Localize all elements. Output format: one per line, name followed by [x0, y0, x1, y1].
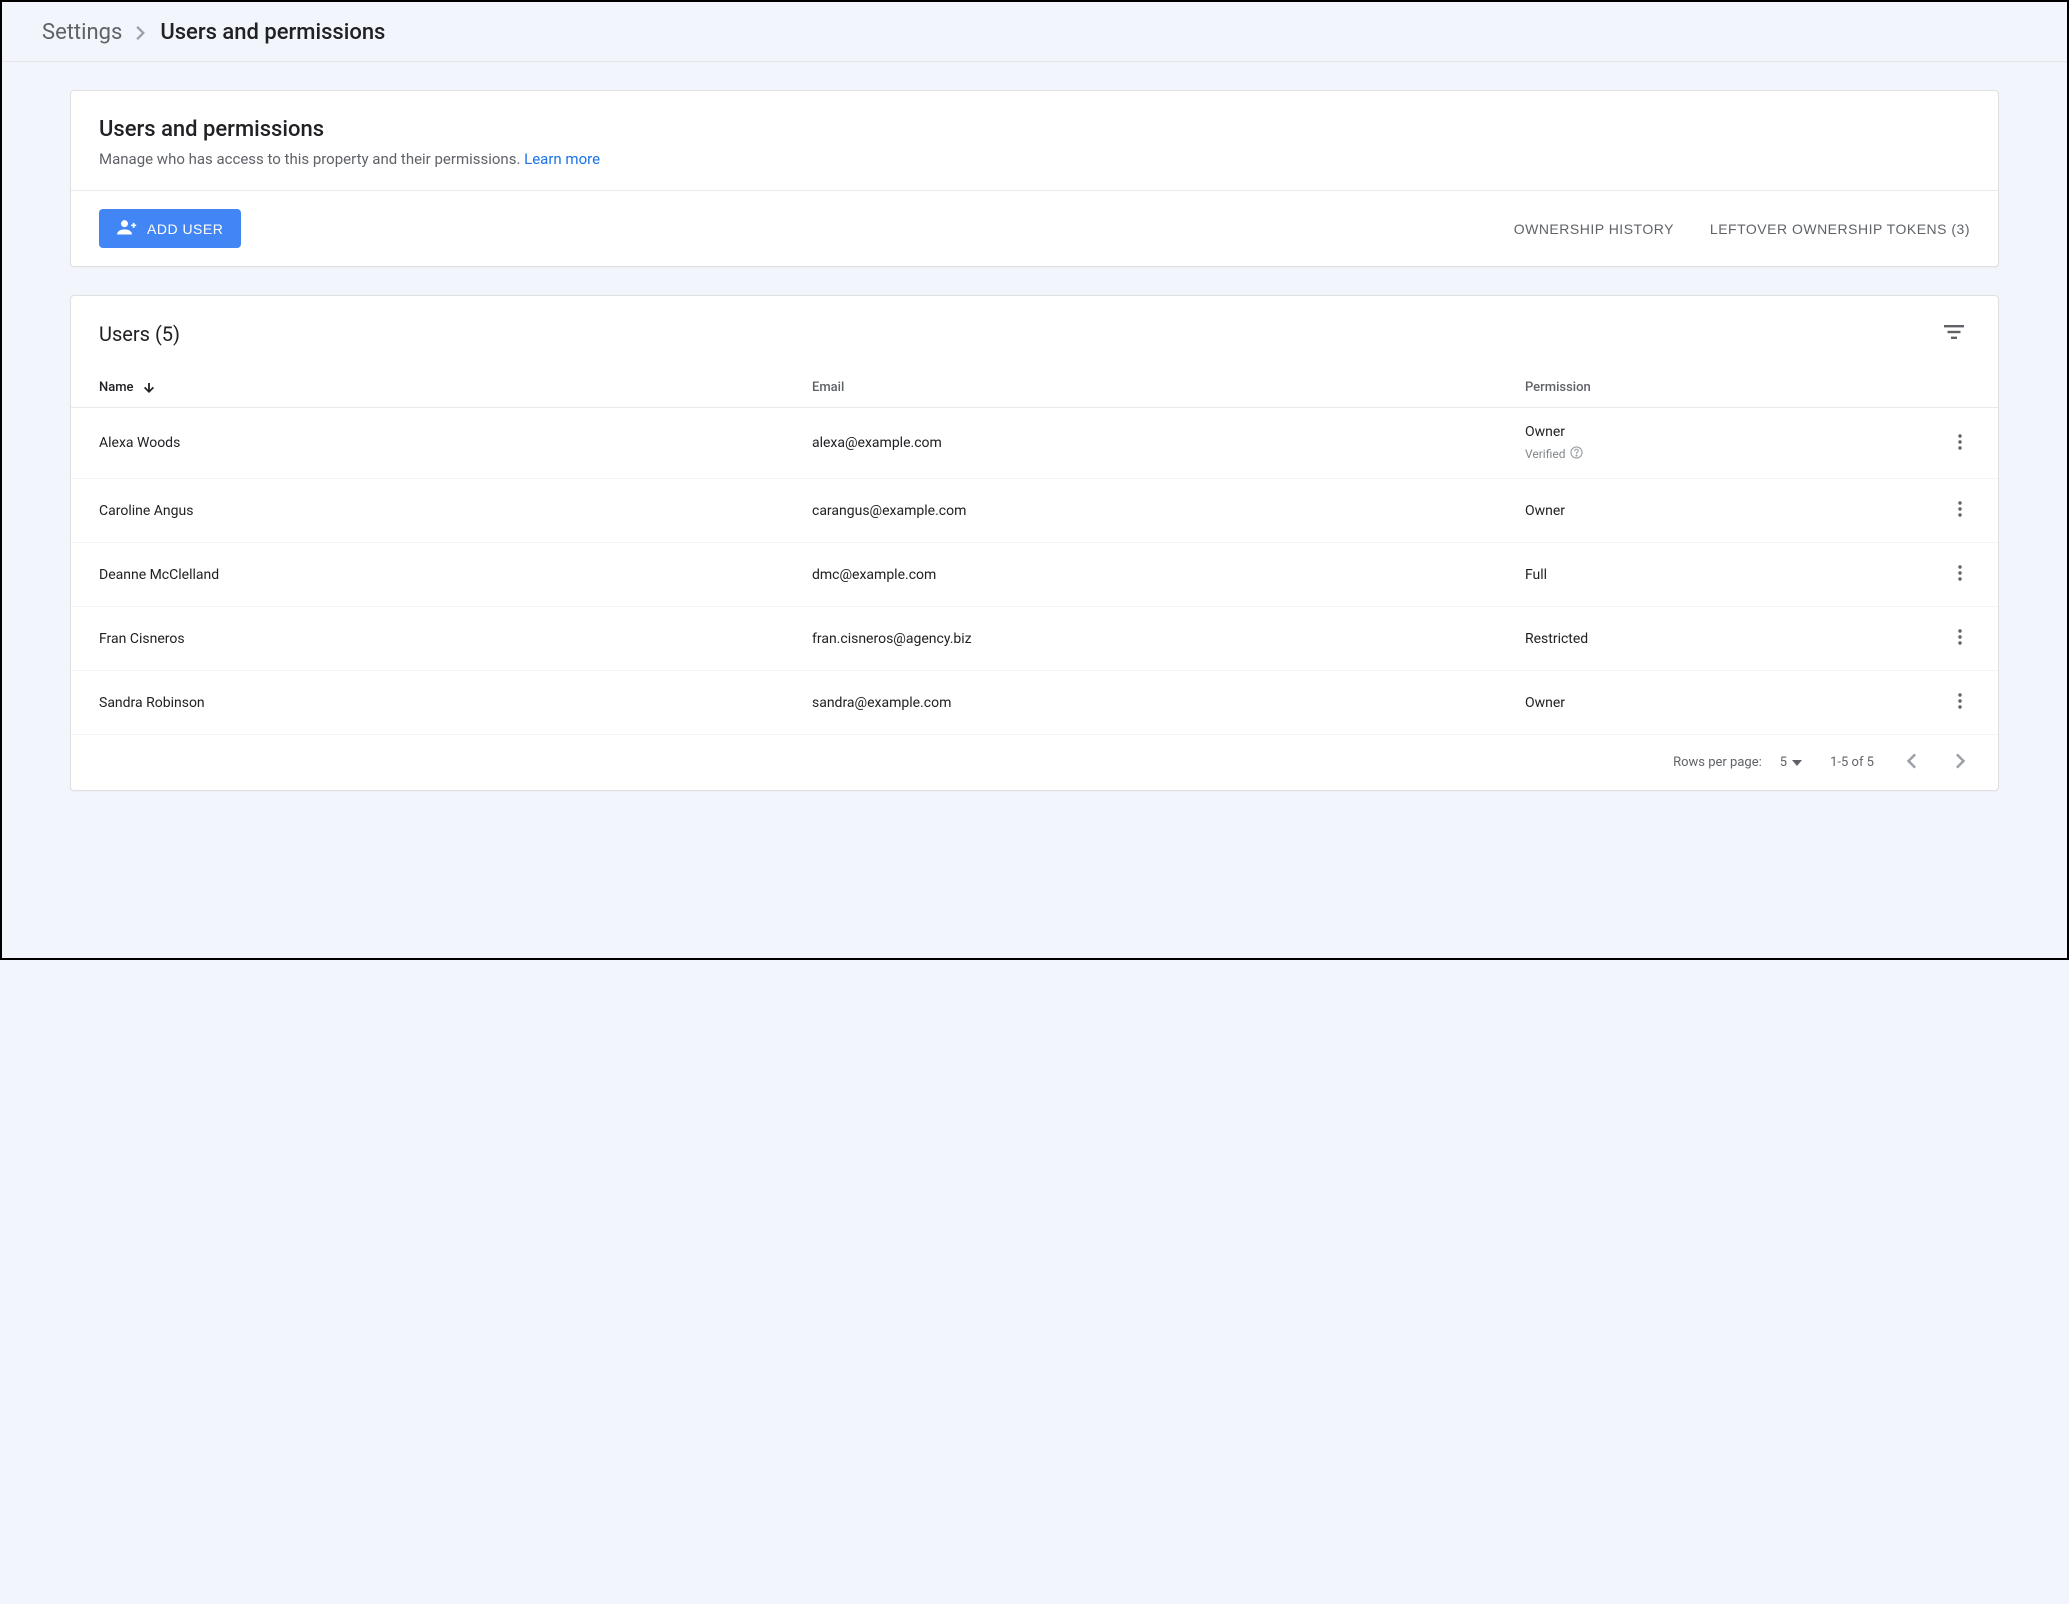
more-vert-icon [1958, 438, 1962, 453]
cell-permission: Owner [1497, 671, 1844, 735]
cell-name: Fran Cisneros [71, 607, 784, 671]
learn-more-link[interactable]: Learn more [524, 150, 600, 168]
more-vert-icon [1958, 569, 1962, 584]
page-subtitle: Manage who has access to this property a… [99, 150, 1970, 168]
cell-permission: Restricted [1497, 607, 1844, 671]
add-user-button[interactable]: ADD USER [99, 209, 241, 248]
cell-permission: OwnerVerified [1497, 408, 1844, 479]
more-vert-icon [1958, 633, 1962, 648]
cell-email: alexa@example.com [784, 408, 1497, 479]
row-menu-button[interactable] [1950, 623, 1970, 654]
cell-email: sandra@example.com [784, 671, 1497, 735]
table-row: Sandra Robinsonsandra@example.comOwner [71, 671, 1998, 735]
chevron-right-icon [1956, 757, 1966, 772]
breadcrumb-parent[interactable]: Settings [42, 20, 122, 45]
arrow-down-icon [143, 382, 155, 394]
ownership-history-button[interactable]: OWNERSHIP HISTORY [1514, 221, 1674, 237]
cell-email: fran.cisneros@agency.biz [784, 607, 1497, 671]
table-row: Caroline Anguscarangus@example.comOwner [71, 479, 1998, 543]
verified-badge: Verified [1525, 446, 1816, 462]
chevron-left-icon [1906, 757, 1916, 772]
column-header-email[interactable]: Email [784, 368, 1497, 408]
column-header-permission[interactable]: Permission [1497, 368, 1844, 408]
header-card: Users and permissions Manage who has acc… [70, 90, 1999, 267]
prev-page-button[interactable] [1902, 749, 1920, 776]
table-title: Users (5) [99, 322, 180, 346]
table-row: Deanne McClellanddmc@example.comFull [71, 543, 1998, 607]
more-vert-icon [1958, 505, 1962, 520]
rows-per-page-select[interactable]: 5 [1780, 755, 1802, 770]
dropdown-icon [1792, 755, 1802, 770]
cell-permission: Owner [1497, 479, 1844, 543]
cell-email: carangus@example.com [784, 479, 1497, 543]
column-header-name[interactable]: Name [71, 368, 784, 408]
cell-name: Alexa Woods [71, 408, 784, 479]
filter-icon[interactable] [1938, 318, 1970, 350]
cell-email: dmc@example.com [784, 543, 1497, 607]
cell-name: Sandra Robinson [71, 671, 784, 735]
help-icon[interactable] [1570, 446, 1583, 462]
breadcrumb: Settings Users and permissions [2, 2, 2067, 62]
page-title: Users and permissions [99, 117, 1970, 142]
next-page-button[interactable] [1952, 749, 1970, 776]
row-menu-button[interactable] [1950, 428, 1970, 459]
table-row: Fran Cisnerosfran.cisneros@agency.bizRes… [71, 607, 1998, 671]
cell-name: Deanne McClelland [71, 543, 784, 607]
cell-permission: Full [1497, 543, 1844, 607]
person-add-icon [117, 219, 137, 238]
row-menu-button[interactable] [1950, 495, 1970, 526]
table-row: Alexa Woodsalexa@example.comOwnerVerifie… [71, 408, 1998, 479]
more-vert-icon [1958, 697, 1962, 712]
row-menu-button[interactable] [1950, 687, 1970, 718]
users-table-card: Users (5) Name Email Permi [70, 295, 1999, 791]
cell-name: Caroline Angus [71, 479, 784, 543]
pagination-range: 1-5 of 5 [1830, 755, 1874, 770]
pagination: Rows per page: 5 1-5 of 5 [71, 735, 1998, 790]
rows-per-page-label: Rows per page: [1673, 755, 1762, 770]
breadcrumb-current: Users and permissions [160, 20, 385, 45]
leftover-tokens-button[interactable]: LEFTOVER OWNERSHIP TOKENS (3) [1710, 221, 1970, 237]
chevron-right-icon [136, 26, 146, 40]
row-menu-button[interactable] [1950, 559, 1970, 590]
